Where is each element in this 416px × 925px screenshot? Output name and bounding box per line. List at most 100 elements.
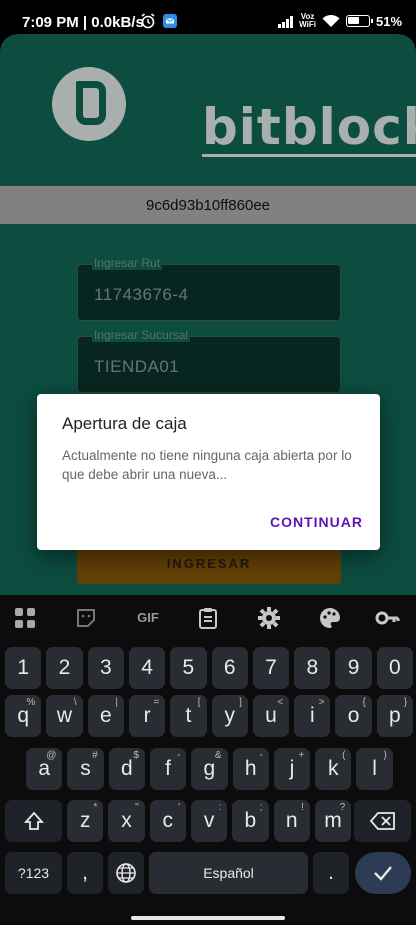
key-icon[interactable] bbox=[374, 605, 400, 631]
key-label: 1 bbox=[17, 656, 30, 679]
key-i[interactable]: i > bbox=[294, 695, 331, 737]
key-alt-label: ? bbox=[339, 802, 346, 813]
shift-key[interactable] bbox=[5, 800, 62, 842]
key-m[interactable]: m? bbox=[314, 800, 352, 842]
gesture-nav-bar[interactable] bbox=[131, 916, 285, 920]
key-label: e bbox=[99, 704, 112, 727]
key-q[interactable]: q% bbox=[5, 695, 42, 737]
key-label: c bbox=[162, 809, 174, 832]
key-label: n bbox=[285, 809, 298, 832]
key-j[interactable]: j + bbox=[273, 748, 311, 790]
key-y[interactable]: y] bbox=[211, 695, 248, 737]
key-u[interactable]: u < bbox=[252, 695, 290, 737]
continuar-button[interactable]: CONTINUAR bbox=[270, 514, 363, 530]
key-label: h bbox=[244, 757, 257, 780]
key-label: s bbox=[80, 757, 91, 780]
keyboard-toolbar: GIF bbox=[0, 595, 416, 639]
palette-icon[interactable] bbox=[317, 605, 343, 631]
clipboard-icon[interactable] bbox=[195, 605, 221, 631]
key-label: w bbox=[56, 704, 73, 727]
key-alt-label: : bbox=[218, 802, 222, 813]
key-label: d bbox=[120, 757, 133, 780]
key-7[interactable]: 7 bbox=[252, 647, 290, 689]
key-label: 2 bbox=[58, 656, 71, 679]
key-8[interactable]: 8 bbox=[294, 647, 331, 689]
key-alt-label: ! bbox=[301, 802, 304, 813]
key-alt-label: * bbox=[93, 802, 98, 813]
ingresar-button[interactable]: INGRESAR bbox=[77, 544, 341, 584]
key-1[interactable]: 1 bbox=[5, 647, 42, 689]
gear-icon[interactable] bbox=[256, 605, 282, 631]
key-a[interactable]: a @ bbox=[26, 748, 63, 790]
key-4[interactable]: 4 bbox=[128, 647, 166, 689]
key-alt-label: & bbox=[214, 750, 222, 761]
key-h[interactable]: h- bbox=[232, 748, 269, 790]
key-label: y bbox=[224, 704, 235, 727]
backspace-icon bbox=[369, 812, 395, 830]
key-x[interactable]: x " bbox=[108, 800, 145, 842]
key-alt-label: ) bbox=[383, 750, 387, 761]
sticker-icon[interactable] bbox=[73, 605, 99, 631]
signal-icon bbox=[278, 15, 294, 28]
key-o[interactable]: o{ bbox=[335, 695, 372, 737]
dialog-title: Apertura de caja bbox=[62, 414, 187, 433]
key-alt-label: } bbox=[403, 697, 408, 708]
key-s[interactable]: s # bbox=[67, 748, 104, 790]
key-n[interactable]: n! bbox=[273, 800, 310, 842]
key-p[interactable]: p} bbox=[376, 695, 414, 737]
key-label: 8 bbox=[306, 656, 319, 679]
key-5[interactable]: 5 bbox=[170, 647, 207, 689]
device-id-bar: 9c6d93b10ff860ee bbox=[0, 186, 416, 224]
key-label: f bbox=[165, 757, 171, 780]
key-r[interactable]: r = bbox=[128, 695, 166, 737]
symbols-key[interactable]: ?123 bbox=[5, 852, 62, 894]
apps-icon[interactable] bbox=[12, 605, 38, 631]
key-alt-label: < bbox=[277, 697, 284, 708]
alarm-icon bbox=[141, 13, 155, 29]
rut-field[interactable]: Ingresar Rut 11743676-4 bbox=[77, 256, 341, 321]
key-alt-label: { bbox=[362, 697, 366, 708]
key-alt-label: ; bbox=[259, 802, 263, 813]
key-label: 5 bbox=[182, 656, 195, 679]
period-key[interactable]: . bbox=[313, 852, 349, 894]
globe-key[interactable] bbox=[108, 852, 144, 894]
key-label: i bbox=[309, 704, 315, 727]
key-9[interactable]: 9 bbox=[335, 647, 372, 689]
key-k[interactable]: k( bbox=[315, 748, 352, 790]
key-alt-label: ' bbox=[178, 802, 180, 813]
key-z[interactable]: z * bbox=[67, 800, 104, 842]
logo-underline bbox=[202, 154, 416, 157]
logo-mark-icon bbox=[52, 67, 126, 141]
key-label: z bbox=[79, 809, 91, 832]
key-e[interactable]: e | bbox=[87, 695, 124, 737]
key-alt-label: - bbox=[259, 750, 263, 761]
key-2[interactable]: 2 bbox=[46, 647, 83, 689]
key-l[interactable]: l) bbox=[356, 748, 393, 790]
key-w[interactable]: w \ bbox=[46, 695, 83, 737]
key-b[interactable]: b; bbox=[232, 800, 269, 842]
key-alt-label: @ bbox=[46, 750, 57, 761]
backspace-key[interactable] bbox=[354, 800, 411, 842]
key-alt-label: | bbox=[115, 697, 118, 708]
key-c[interactable]: c ' bbox=[149, 800, 186, 842]
key-label: o bbox=[347, 704, 360, 727]
sucursal-field[interactable]: Ingresar Sucursal TIENDA01 bbox=[77, 328, 341, 393]
key-6[interactable]: 6 bbox=[211, 647, 248, 689]
wifi-icon bbox=[322, 14, 340, 27]
key-alt-label: [ bbox=[197, 697, 201, 708]
enter-key[interactable] bbox=[355, 852, 411, 894]
space-key[interactable]: Español bbox=[149, 852, 308, 894]
key-f[interactable]: f- bbox=[149, 748, 187, 790]
key-d[interactable]: d $ bbox=[108, 748, 145, 790]
key-label: v bbox=[203, 809, 215, 832]
key-label: b bbox=[244, 809, 257, 832]
key-0[interactable]: 0 bbox=[376, 647, 414, 689]
comma-key[interactable]: , bbox=[67, 852, 103, 894]
key-v[interactable]: v: bbox=[190, 800, 228, 842]
key-label: 4 bbox=[141, 656, 153, 679]
key-t[interactable]: t[ bbox=[170, 695, 207, 737]
gif-button[interactable]: GIF bbox=[133, 605, 163, 631]
key-3[interactable]: 3 bbox=[87, 647, 124, 689]
key-label: j bbox=[289, 757, 295, 780]
key-g[interactable]: g & bbox=[191, 748, 228, 790]
